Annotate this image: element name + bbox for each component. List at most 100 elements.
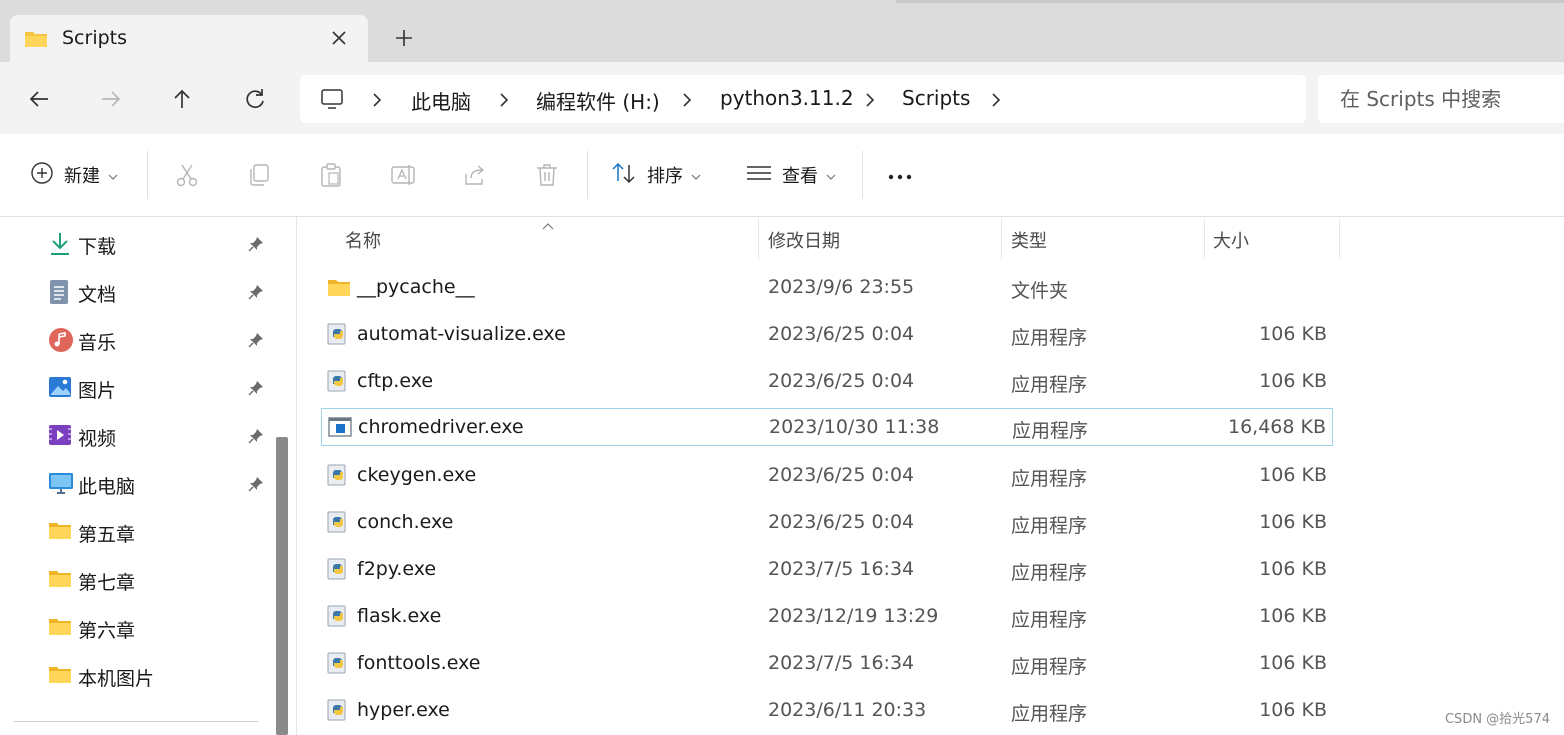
sidebar-item-label: 本机图片 xyxy=(78,668,155,690)
file-row[interactable]: cftp.exe 2023/6/25 0:04 应用程序 106 KB xyxy=(321,363,1333,401)
file-type: 应用程序 xyxy=(1011,374,1088,396)
python-exe-icon xyxy=(327,323,349,351)
file-row-selected[interactable]: chromedriver.exe 2023/10/30 11:38 应用程序 1… xyxy=(321,408,1333,446)
view-button[interactable]: 查看 xyxy=(746,160,836,190)
file-name: automat-visualize.exe xyxy=(357,323,566,345)
python-exe-icon xyxy=(327,699,349,727)
column-header-type[interactable]: 类型 xyxy=(1011,227,1047,253)
sidebar-item-chapter6[interactable]: 第六章 xyxy=(48,613,278,643)
sidebar-item-label: 图片 xyxy=(78,380,117,402)
sort-button[interactable]: 排序 xyxy=(611,160,701,190)
column-separator[interactable] xyxy=(1339,219,1340,259)
cut-icon[interactable] xyxy=(174,162,200,188)
file-type: 应用程序 xyxy=(1011,327,1088,349)
more-options-icon[interactable] xyxy=(887,162,913,188)
file-name: flask.exe xyxy=(357,605,442,627)
folder-icon xyxy=(48,519,72,545)
column-separator[interactable] xyxy=(758,219,759,259)
document-icon xyxy=(48,279,70,309)
sort-ascending-caret-icon xyxy=(541,217,555,236)
column-header-name[interactable]: 名称 xyxy=(345,227,381,253)
pin-icon[interactable] xyxy=(248,476,264,496)
tab-title: Scripts xyxy=(62,27,128,49)
back-arrow-icon[interactable] xyxy=(26,86,52,112)
chevron-right-icon[interactable] xyxy=(497,91,511,109)
file-type: 文件夹 xyxy=(1011,280,1069,302)
folder-icon xyxy=(48,663,72,689)
breadcrumb-this-pc[interactable]: 此电脑 xyxy=(411,86,471,115)
file-name: f2py.exe xyxy=(357,558,437,580)
sidebar-item-downloads[interactable]: 下载 xyxy=(48,229,278,259)
column-header-modified[interactable]: 修改日期 xyxy=(768,227,840,253)
file-row[interactable]: automat-visualize.exe 2023/6/25 0:04 应用程… xyxy=(321,316,1333,354)
rename-icon[interactable] xyxy=(390,162,416,188)
chevron-down-icon xyxy=(108,166,118,185)
search-box[interactable] xyxy=(1318,75,1564,123)
new-button[interactable]: 新建 xyxy=(30,160,118,190)
file-modified: 2023/6/25 0:04 xyxy=(768,464,915,486)
file-size: 106 KB xyxy=(1259,323,1327,345)
chevron-right-icon[interactable] xyxy=(680,91,694,109)
search-input[interactable] xyxy=(1318,75,1558,123)
pin-icon[interactable] xyxy=(248,428,264,448)
sidebar-item-pictures[interactable]: 图片 xyxy=(48,373,278,403)
monitor-icon xyxy=(320,87,344,115)
file-row[interactable]: f2py.exe 2023/7/5 16:34 应用程序 106 KB xyxy=(321,551,1333,589)
paste-icon[interactable] xyxy=(318,162,344,188)
python-exe-icon xyxy=(327,605,349,633)
pin-icon[interactable] xyxy=(248,332,264,352)
sidebar-item-local-pictures[interactable]: 本机图片 xyxy=(48,661,278,691)
close-icon[interactable] xyxy=(328,27,350,49)
forward-arrow-icon[interactable] xyxy=(98,86,124,112)
file-modified: 2023/9/6 23:55 xyxy=(768,276,915,298)
file-name: ckeygen.exe xyxy=(357,464,477,486)
file-modified: 2023/7/5 16:34 xyxy=(768,652,915,674)
navigation-pane: 下载 文档 音乐 图片 视频 此电脑 第五章 第七章 第六章 本机图片 xyxy=(0,217,296,735)
breadcrumb-python[interactable]: python3.11.2 xyxy=(720,86,854,110)
column-separator[interactable] xyxy=(1204,219,1205,259)
pin-icon[interactable] xyxy=(248,284,264,304)
sidebar-item-label: 此电脑 xyxy=(78,476,136,498)
breadcrumb-scripts[interactable]: Scripts xyxy=(902,86,970,110)
tab-scripts[interactable]: Scripts xyxy=(10,15,368,62)
refresh-icon[interactable] xyxy=(242,86,268,112)
file-row[interactable]: __pycache__ 2023/9/6 23:55 文件夹 xyxy=(321,269,1333,307)
chevron-right-icon[interactable] xyxy=(370,91,384,109)
file-modified: 2023/7/5 16:34 xyxy=(768,558,915,580)
sidebar-item-label: 下载 xyxy=(78,236,117,258)
folder-icon xyxy=(48,615,72,641)
share-icon[interactable] xyxy=(462,162,488,188)
folder-icon xyxy=(48,567,72,593)
delete-icon[interactable] xyxy=(534,162,560,188)
breadcrumb-drive-h[interactable]: 编程软件 (H:) xyxy=(536,86,660,115)
sidebar-item-documents[interactable]: 文档 xyxy=(48,277,278,307)
pin-icon[interactable] xyxy=(248,236,264,256)
file-row[interactable]: fonttools.exe 2023/7/5 16:34 应用程序 106 KB xyxy=(321,645,1333,683)
file-name: hyper.exe xyxy=(357,699,450,721)
toolbar-separator xyxy=(147,151,148,199)
address-bar[interactable]: 此电脑 编程软件 (H:) python3.11.2 Scripts xyxy=(300,75,1306,123)
new-tab-plus-icon[interactable] xyxy=(393,27,415,49)
column-separator[interactable] xyxy=(1001,219,1002,259)
chevron-right-icon[interactable] xyxy=(989,91,1003,109)
view-label: 查看 xyxy=(782,166,818,187)
sidebar-item-videos[interactable]: 视频 xyxy=(48,421,278,451)
sidebar-item-this-pc[interactable]: 此电脑 xyxy=(48,469,278,499)
sidebar-item-chapter7[interactable]: 第七章 xyxy=(48,565,278,595)
file-row[interactable]: hyper.exe 2023/6/11 20:33 应用程序 106 KB xyxy=(321,692,1333,730)
file-type: 应用程序 xyxy=(1012,420,1089,442)
sidebar-item-chapter5[interactable]: 第五章 xyxy=(48,517,278,547)
file-row[interactable]: conch.exe 2023/6/25 0:04 应用程序 106 KB xyxy=(321,504,1333,542)
file-row[interactable]: ckeygen.exe 2023/6/25 0:04 应用程序 106 KB xyxy=(321,457,1333,495)
copy-icon[interactable] xyxy=(246,162,272,188)
python-exe-icon xyxy=(327,464,349,492)
file-size: 106 KB xyxy=(1259,464,1327,486)
column-header-size[interactable]: 大小 xyxy=(1213,227,1249,253)
file-modified: 2023/10/30 11:38 xyxy=(769,416,940,438)
sidebar-scrollbar[interactable] xyxy=(276,437,288,735)
chevron-right-icon[interactable] xyxy=(863,91,877,109)
up-arrow-icon[interactable] xyxy=(169,86,195,112)
file-row[interactable]: flask.exe 2023/12/19 13:29 应用程序 106 KB xyxy=(321,598,1333,636)
pin-icon[interactable] xyxy=(248,380,264,400)
sidebar-item-music[interactable]: 音乐 xyxy=(48,325,278,355)
